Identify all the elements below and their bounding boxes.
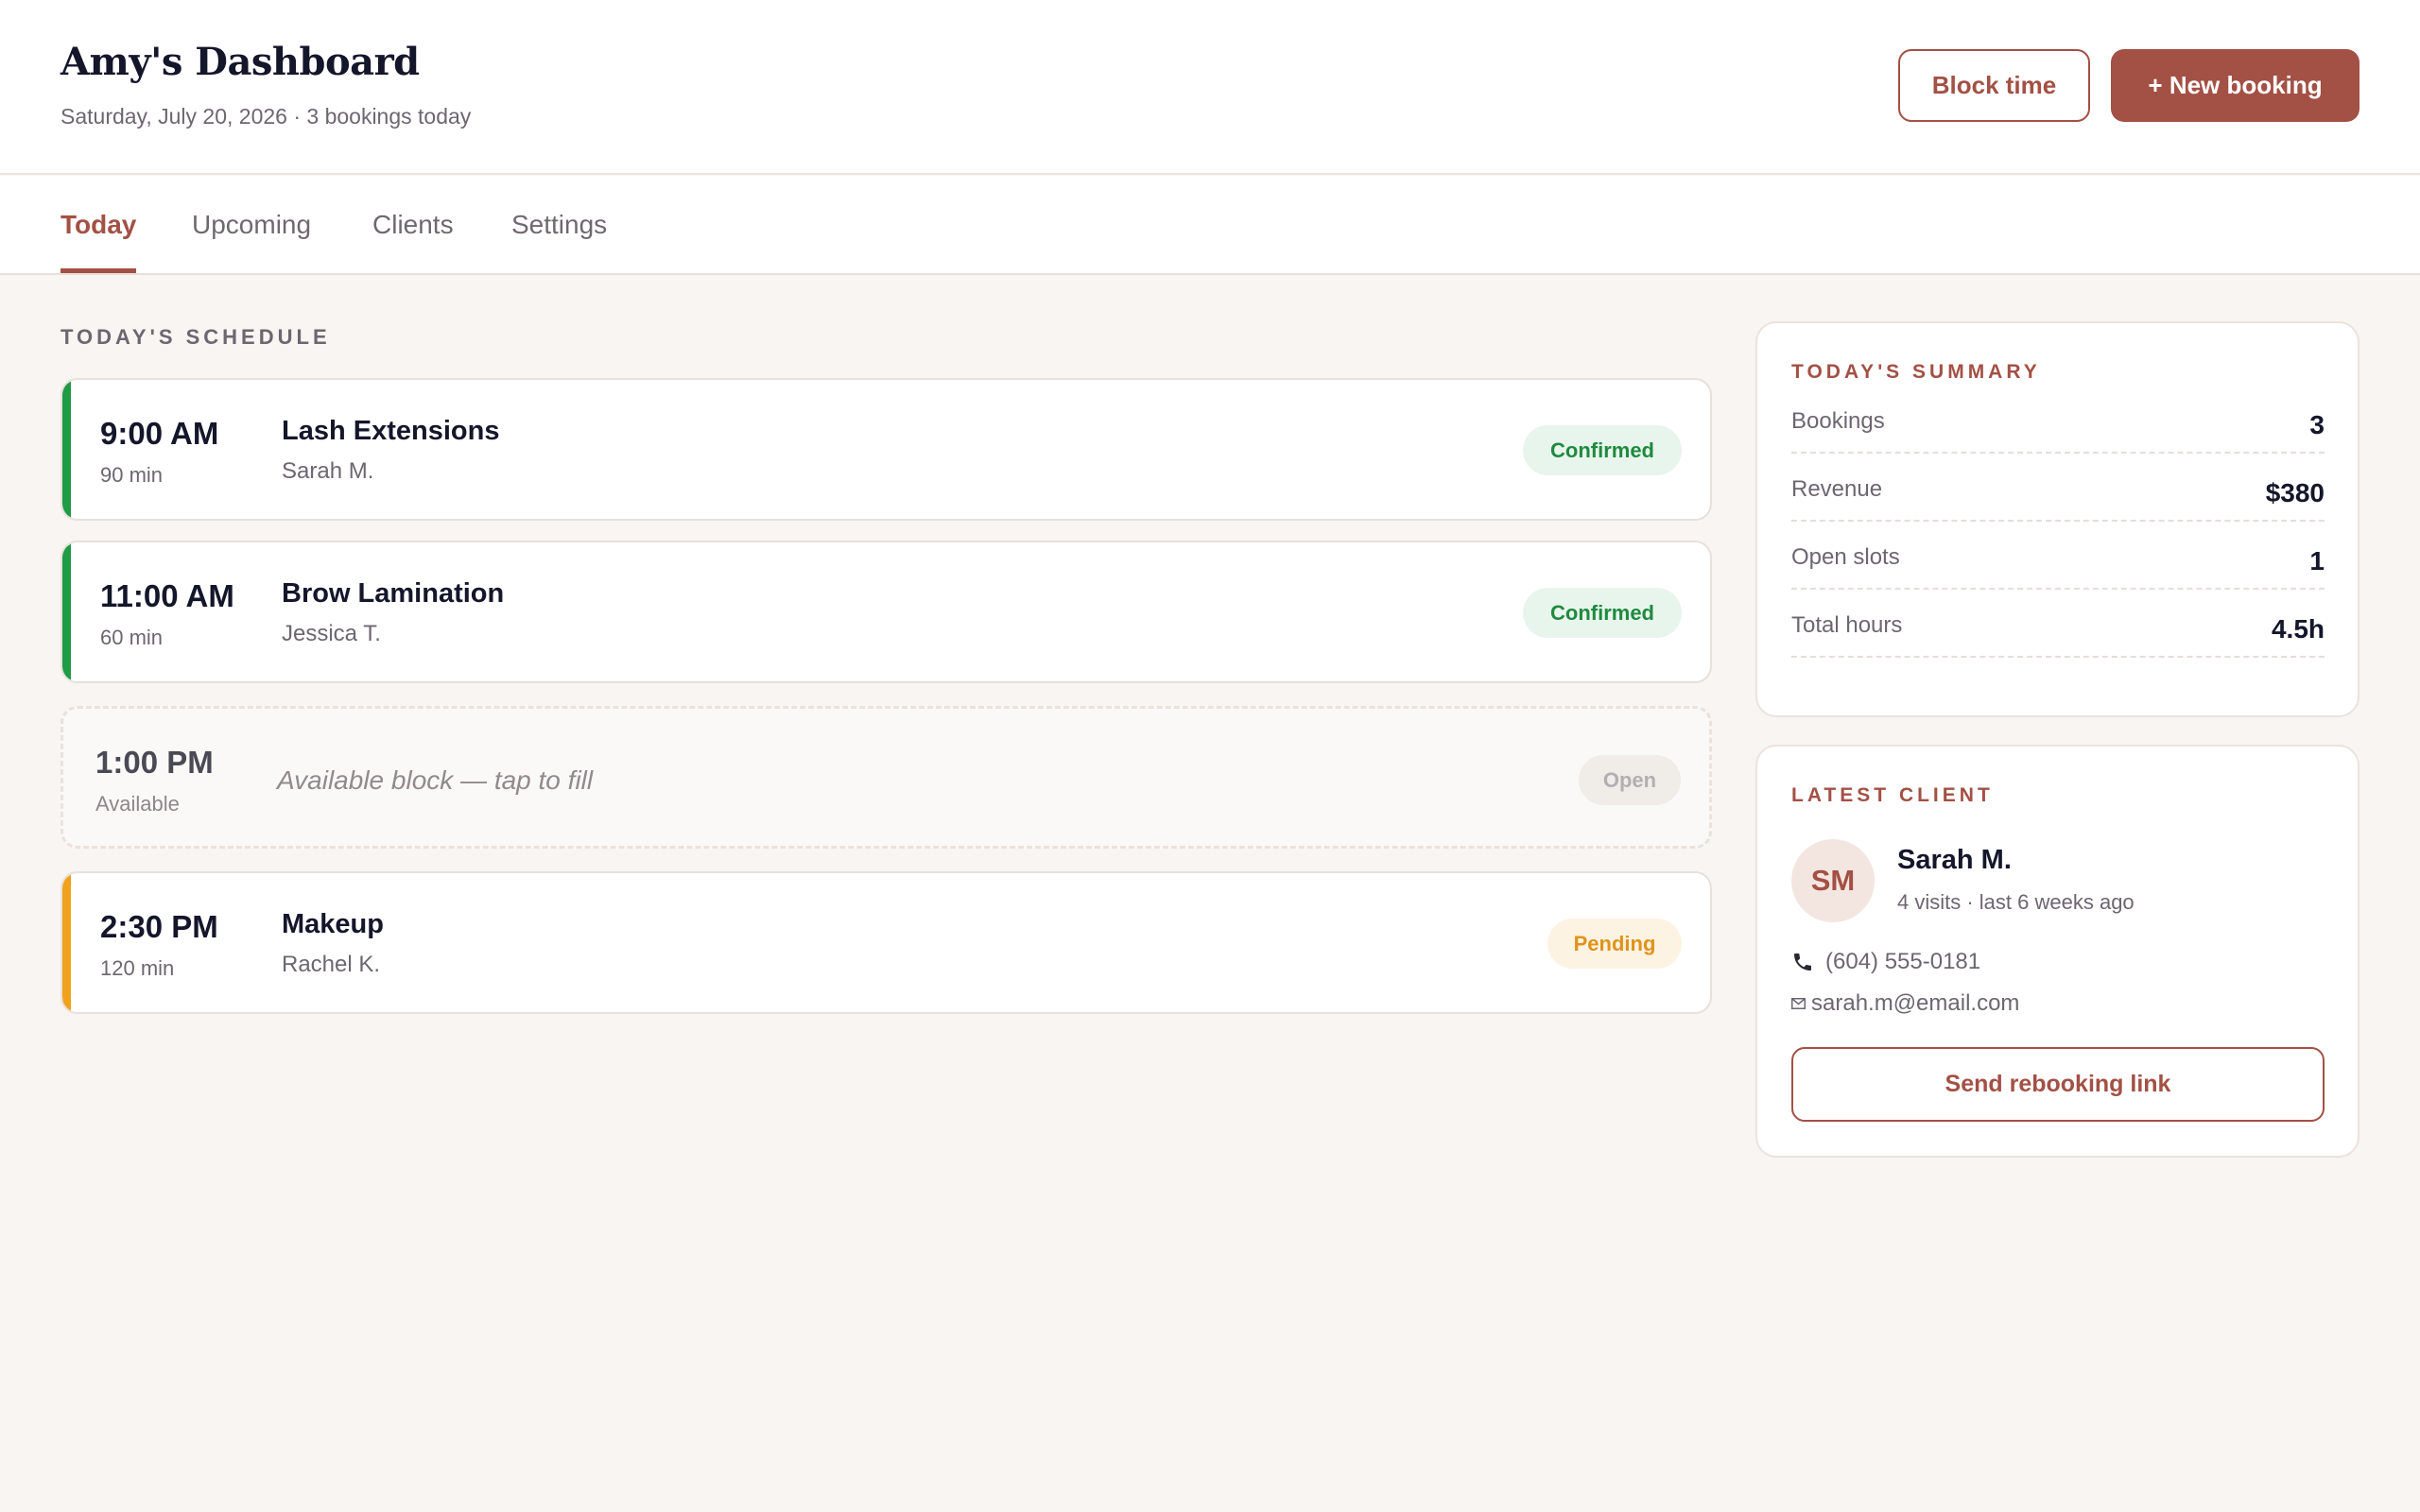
summary-label: Bookings	[1791, 408, 1885, 434]
appointment-time: 9:00 AM	[100, 416, 219, 451]
schedule-heading: TODAY'S SCHEDULE	[60, 325, 331, 349]
appointment-duration: 120 min	[100, 956, 175, 980]
status-accent-bar	[62, 873, 71, 1012]
summary-label: Revenue	[1791, 476, 1883, 502]
open-slot-card[interactable]: 1:00 PM Available Available block — tap …	[60, 706, 1712, 849]
appointment-client: Rachel K.	[282, 952, 381, 977]
client-email[interactable]: sarah.m@email.com	[1791, 990, 2019, 1017]
appointment-time: 11:00 AM	[100, 578, 234, 613]
status-badge: Confirmed	[1523, 588, 1682, 638]
appointment-card[interactable]: 11:00 AM 60 min Brow Lamination Jessica …	[60, 541, 1712, 683]
appointment-duration: Available	[95, 792, 180, 816]
appointment-duration: 60 min	[100, 626, 164, 649]
new-booking-button[interactable]: + New booking	[2111, 49, 2360, 122]
summary-row-revenue: Revenue $380	[1791, 454, 2325, 522]
tab-clients[interactable]: Clients	[372, 176, 454, 273]
tab-bar: Today Upcoming Clients Settings	[0, 176, 2420, 275]
summary-label: Open slots	[1791, 544, 1900, 570]
page-subtitle: Saturday, July 20, 2026 · 3 bookings tod…	[60, 104, 472, 129]
summary-value: 3	[2309, 410, 2325, 439]
appointment-card[interactable]: 2:30 PM 120 min Makeup Rachel K. Pending	[60, 871, 1712, 1014]
appointment-service: Lash Extensions	[282, 416, 500, 446]
avatar: SM	[1791, 839, 1875, 922]
block-time-button[interactable]: Block time	[1898, 49, 2090, 122]
latest-client-heading: LATEST CLIENT	[1791, 784, 1994, 806]
summary-rows: Bookings 3 Revenue $380 Open slots 1 Tot…	[1755, 321, 2360, 717]
status-accent-bar	[62, 380, 71, 519]
page-header: Amy's Dashboard Saturday, July 20, 2026 …	[0, 0, 2420, 175]
status-badge: Confirmed	[1523, 425, 1682, 475]
open-slot-note: Available block — tap to fill	[277, 765, 594, 795]
phone-icon	[1791, 951, 1814, 973]
status-badge: Open	[1579, 755, 1681, 805]
summary-value: 1	[2309, 546, 2325, 576]
appointment-card[interactable]: 9:00 AM 90 min Lash Extensions Sarah M. …	[60, 378, 1712, 521]
tab-today[interactable]: Today	[60, 176, 137, 273]
appointment-duration: 90 min	[100, 463, 164, 487]
status-badge: Pending	[1547, 919, 1682, 969]
summary-row-bookings: Bookings 3	[1791, 386, 2325, 454]
client-name[interactable]: Sarah M.	[1897, 845, 2012, 876]
summary-value: $380	[2265, 478, 2325, 507]
mail-icon	[1791, 998, 1806, 1009]
client-phone-text: (604) 555-0181	[1825, 949, 1981, 974]
tab-settings[interactable]: Settings	[511, 176, 607, 273]
status-accent-bar	[62, 542, 71, 681]
client-email-text: sarah.m@email.com	[1811, 990, 2020, 1016]
summary-row-total-hours: Total hours 4.5h	[1791, 590, 2325, 658]
client-phone[interactable]: (604) 555-0181	[1791, 949, 1980, 975]
tab-upcoming[interactable]: Upcoming	[192, 176, 311, 273]
summary-value: 4.5h	[2271, 614, 2325, 644]
appointment-client: Jessica T.	[282, 621, 381, 646]
appointment-client: Sarah M.	[282, 458, 374, 484]
summary-label: Total hours	[1791, 612, 1903, 638]
appointment-time: 2:30 PM	[100, 909, 218, 944]
appointment-service: Brow Lamination	[282, 578, 505, 609]
appointment-service: Makeup	[282, 909, 384, 939]
latest-client-card: LATEST CLIENT SM Sarah M. 4 visits · las…	[1755, 745, 2360, 1158]
client-visit-meta: 4 visits · last 6 weeks ago	[1897, 890, 2135, 914]
page-title: Amy's Dashboard	[60, 40, 420, 84]
appointment-time: 1:00 PM	[95, 745, 214, 780]
send-rebooking-link-button[interactable]: Send rebooking link	[1791, 1047, 2325, 1122]
summary-row-open-slots: Open slots 1	[1791, 522, 2325, 590]
